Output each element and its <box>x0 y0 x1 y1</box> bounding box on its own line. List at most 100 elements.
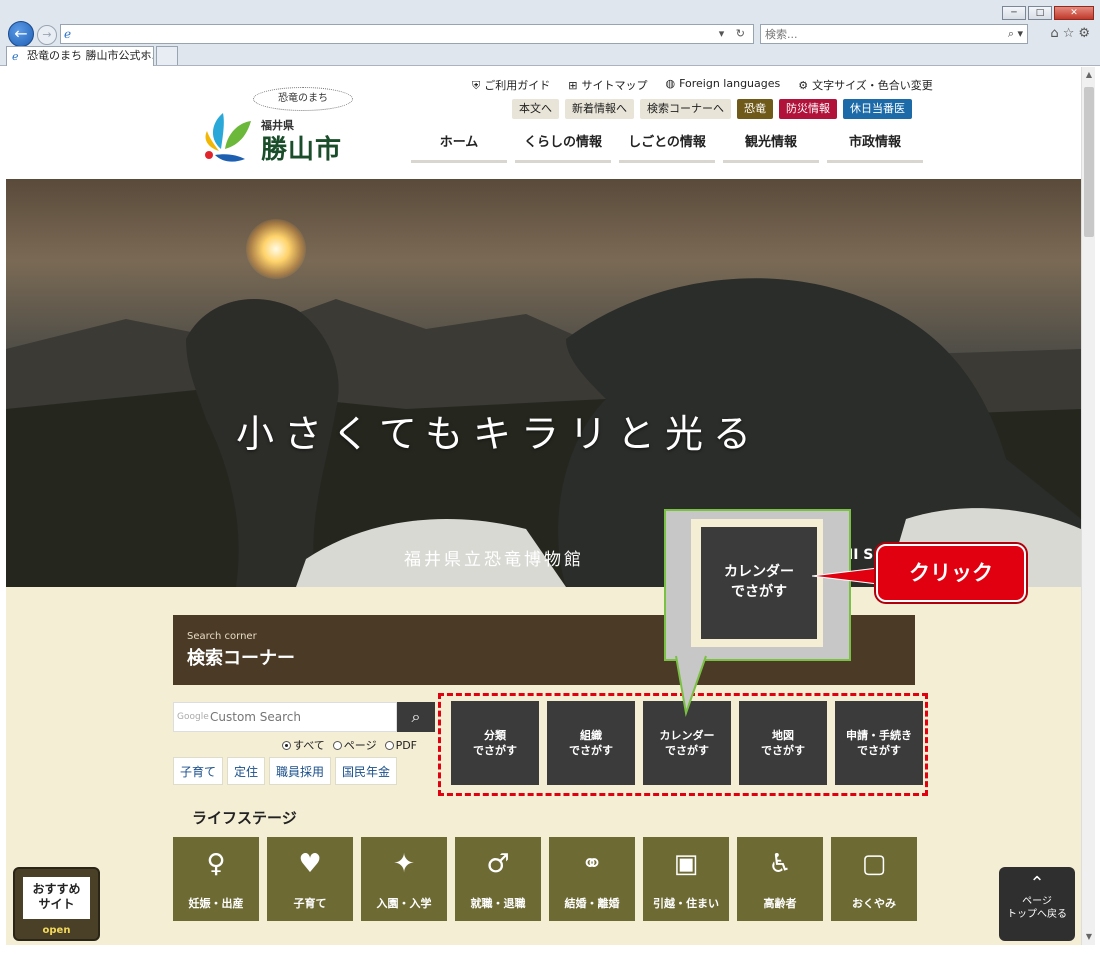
tile-label: 入園・入学 <box>376 897 432 910</box>
address-bar[interactable]: ℯ ▾ ↻ <box>60 24 754 44</box>
running-child-icon: ✦ <box>393 849 415 879</box>
radio-label: PDF <box>395 738 418 752</box>
dinosaur-button[interactable]: 恐竜 <box>737 99 773 119</box>
magnifier-icon[interactable]: ⌕ ▾ <box>1008 27 1023 41</box>
keyword-childcare[interactable]: 子育て <box>173 757 224 785</box>
sitemap-icon: ⊞ <box>568 79 578 92</box>
window-controls: ─ □ ✕ <box>1002 6 1094 20</box>
recommended-line2: サイト <box>38 897 75 911</box>
util-link-sitemap[interactable]: ⊞ サイトマップ <box>568 77 647 93</box>
search-corner-button[interactable]: 検索コーナーへ <box>640 99 731 119</box>
custom-search-input[interactable] <box>210 707 394 727</box>
scroll-down-icon[interactable]: ▼ <box>1082 929 1096 945</box>
search-submit-button[interactable]: ⌕ <box>397 702 435 732</box>
keyword-recruitment[interactable]: 職員採用 <box>269 757 332 785</box>
hero-caption: 福井県立恐竜博物館 <box>404 550 584 570</box>
settings-gear-icon[interactable]: ⚙ <box>1078 26 1094 41</box>
radio-all[interactable]: すべて <box>282 737 325 753</box>
tab-close-icon[interactable]: × <box>140 47 149 65</box>
radio-label: ページ <box>343 739 377 752</box>
tab-title: 恐竜のまち 勝山市公式ホ... <box>27 49 154 62</box>
life-stage-employment[interactable]: ♂ 就職・退職 <box>455 837 541 921</box>
box-icon: ▣ <box>673 849 699 879</box>
tile-label: 結婚・離婚 <box>564 897 620 910</box>
nav-living[interactable]: くらしの情報 <box>515 125 611 163</box>
scroll-thumb[interactable] <box>1084 87 1094 237</box>
recommended-open-label: open <box>42 925 71 936</box>
life-stage-childcare[interactable]: ♥ 子育て <box>267 837 353 921</box>
click-instruction-label: クリック <box>876 544 1026 602</box>
disaster-info-button[interactable]: 防災情報 <box>779 99 837 119</box>
radio-pdf[interactable]: PDF <box>384 737 418 753</box>
util-link-label: ご利用ガイド <box>484 79 551 92</box>
hero-banner[interactable]: 小さくてもキラリと光る 福井県立恐竜博物館 II S <box>6 179 1081 587</box>
life-stage-condolences[interactable]: ▢ おくやみ <box>831 837 917 921</box>
hero-headline: 小さくてもキラリと光る <box>236 412 761 456</box>
recommended-sites-label: おすすめ サイト <box>20 874 93 922</box>
util-link-guide[interactable]: ⛨ ご利用ガイド <box>472 77 550 93</box>
toolbar-icons: ⌂☆⚙ <box>1050 26 1094 41</box>
chevron-up-icon: ⌃ <box>1029 873 1045 894</box>
recommended-sites-widget[interactable]: おすすめ サイト open <box>13 867 100 941</box>
baby-mobile-icon: ♥ <box>298 849 322 879</box>
maximize-button[interactable]: □ <box>1028 6 1052 20</box>
life-stage-pregnancy[interactable]: ♀ 妊娠・出産 <box>173 837 259 921</box>
keyword-links: 子育て 定住 職員採用 国民年金 <box>173 757 398 785</box>
life-stage-elderly[interactable]: ♿ 高齢者 <box>737 837 823 921</box>
nav-tourism[interactable]: 観光情報 <box>723 125 819 163</box>
tile-label: おくやみ <box>852 897 896 910</box>
google-logo: Google <box>177 712 209 722</box>
logo-mark-icon <box>205 113 251 162</box>
news-button[interactable]: 新着情報へ <box>565 99 634 119</box>
site-logo[interactable]: 恐竜のまち 福井県 勝山市 <box>201 87 371 167</box>
life-stage-school-entry[interactable]: ✦ 入園・入学 <box>361 837 447 921</box>
google-search-box[interactable]: Google <box>173 702 397 732</box>
keyword-settlement[interactable]: 定住 <box>227 757 266 785</box>
util-link-font-size[interactable]: ⚙ 文字サイズ・色合い変更 <box>798 77 933 93</box>
util-link-foreign[interactable]: ◍ Foreign languages <box>665 77 780 93</box>
browser-tab[interactable]: ℯ 恐竜のまち 勝山市公式ホ... × <box>6 46 154 66</box>
tile-label: 就職・退職 <box>470 897 526 910</box>
pagetop-line1: ページ <box>1022 896 1052 907</box>
back-arrow-icon[interactable]: ← <box>8 21 34 47</box>
new-tab-button[interactable] <box>156 46 178 65</box>
page-top-button[interactable]: ⌃ ページ トップへ戻る <box>999 867 1075 941</box>
browser-search-box[interactable]: ⌕ ▾ <box>760 24 1028 44</box>
util-link-label: Foreign languages <box>679 77 781 90</box>
zoom-line2: でさがす <box>731 584 787 600</box>
skip-to-content-button[interactable]: 本文へ <box>512 99 559 119</box>
life-stage-tiles: ♀ 妊娠・出産 ♥ 子育て ✦ 入園・入学 ♂ 就職・退職 ⚭ 結婚・離婚 ▣ 引越・住まい… <box>173 837 917 921</box>
scroll-up-icon[interactable]: ▲ <box>1082 67 1096 83</box>
hero-pause-control[interactable]: II S <box>848 547 873 563</box>
globe-icon: ◍ <box>665 77 676 90</box>
close-button[interactable]: ✕ <box>1054 6 1094 20</box>
nav-city-admin[interactable]: 市政情報 <box>827 125 923 163</box>
radio-dot <box>384 740 394 750</box>
tile-label: 子育て <box>293 897 327 910</box>
life-stage-title: ライフステージ <box>192 809 297 827</box>
click-arrow-pointer <box>812 567 879 585</box>
life-stage-moving[interactable]: ▣ 引越・住まい <box>643 837 729 921</box>
radio-page[interactable]: ページ <box>332 737 377 753</box>
vertical-scrollbar[interactable]: ▲ ▼ <box>1081 67 1095 945</box>
browser-search-input[interactable] <box>761 25 981 43</box>
favorites-star-icon[interactable]: ☆ <box>1063 26 1079 41</box>
util-link-label: サイトマップ <box>581 79 648 92</box>
life-stage-marriage[interactable]: ⚭ 結婚・離婚 <box>549 837 635 921</box>
wheelchair-icon: ♿ <box>768 849 792 879</box>
browser-chrome: ─ □ ✕ ← → ℯ ▾ ↻ ⌕ ▾ ⌂☆⚙ ℯ 恐竜のまち 勝山市公式ホ..… <box>0 0 1100 66</box>
keyword-pension[interactable]: 国民年金 <box>335 757 398 785</box>
forward-arrow-icon[interactable]: → <box>37 25 57 45</box>
shield-icon: ⛨ <box>472 79 481 92</box>
holiday-doctor-button[interactable]: 休日当番医 <box>843 99 912 119</box>
search-corner-section: Search corner 検索コーナー Google ⌕ すべて ページ PD… <box>6 587 1081 945</box>
portrait-frame-icon: ▢ <box>861 849 887 879</box>
callout-pointer <box>666 655 752 717</box>
text-size-icon: ⚙ <box>798 79 809 92</box>
nav-home[interactable]: ホーム <box>411 125 507 163</box>
tile-label: 妊娠・出産 <box>188 897 244 910</box>
minimize-button[interactable]: ─ <box>1002 6 1026 20</box>
nav-work[interactable]: しごとの情報 <box>619 125 715 163</box>
refresh-icon[interactable]: ▾ ↻ <box>719 27 749 40</box>
home-icon[interactable]: ⌂ <box>1050 26 1062 41</box>
